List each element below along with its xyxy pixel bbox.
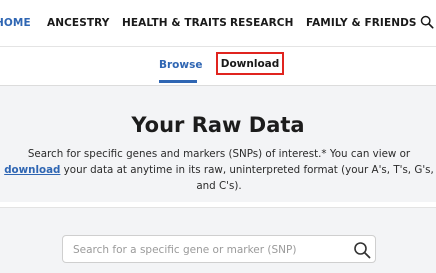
description-text: Search for specific genes and markers (S…: [27, 148, 411, 160]
download-link[interactable]: download: [4, 164, 60, 176]
sub-navigation: Browse Download: [0, 47, 436, 86]
nav-family-friends[interactable]: FAMILY & FRIENDS: [306, 17, 417, 29]
nav-research[interactable]: RESEARCH: [230, 17, 294, 29]
search-icon[interactable]: [353, 241, 371, 259]
search-section: [0, 207, 436, 273]
search-icon[interactable]: [420, 14, 434, 30]
page-title: Your Raw Data: [131, 113, 305, 137]
nav-home[interactable]: HOME: [0, 17, 31, 29]
raw-data-header: Your Raw Data Search for specific genes …: [0, 86, 436, 202]
nav-health-traits[interactable]: HEALTH & TRAITS: [122, 17, 227, 29]
top-navigation: HOME ANCESTRY HEALTH & TRAITS RESEARCH F…: [0, 0, 436, 47]
tab-download[interactable]: Download: [216, 52, 284, 75]
tab-download-label: Download: [220, 57, 280, 70]
page-description: Search for specific genes and markers (S…: [4, 146, 434, 194]
snp-search-input[interactable]: [71, 239, 345, 261]
nav-ancestry[interactable]: ANCESTRY: [47, 17, 109, 29]
tab-browse[interactable]: Browse: [159, 59, 202, 71]
active-tab-indicator: [159, 80, 197, 83]
search-box: [62, 235, 376, 263]
description-text-continued: your data at anytime in its raw, uninter…: [60, 164, 434, 192]
